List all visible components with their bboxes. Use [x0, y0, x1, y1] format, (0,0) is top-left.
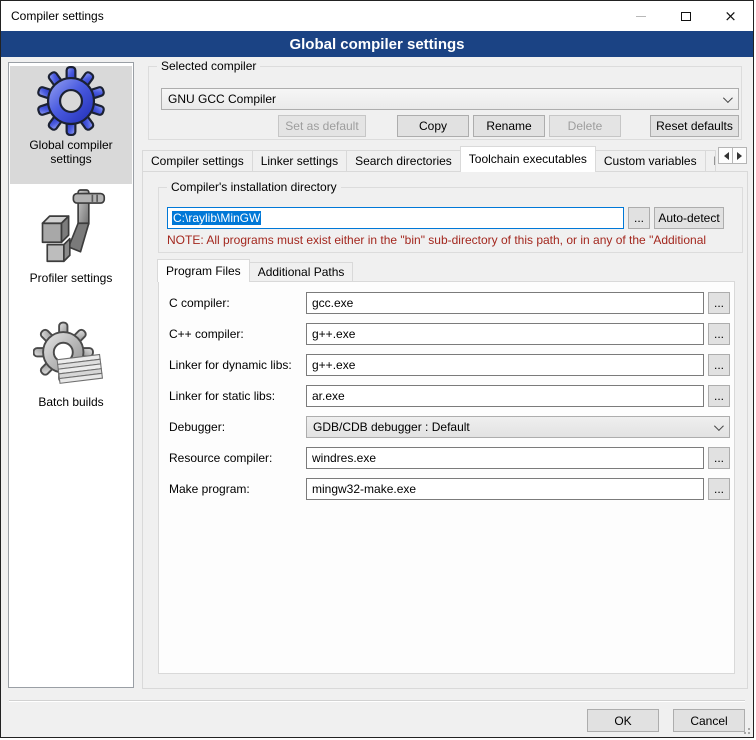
linker-static-browse-button[interactable]: ...	[708, 385, 730, 407]
installation-directory-group: Compiler's installation directory C:\ray…	[158, 187, 743, 253]
toolchain-executables-panel: Compiler's installation directory C:\ray…	[142, 171, 748, 689]
resource-compiler-label: Resource compiler:	[169, 447, 272, 469]
make-program-label: Make program:	[169, 478, 250, 500]
linker-static-label: Linker for static libs:	[169, 385, 275, 407]
make-program-input[interactable]	[306, 478, 704, 500]
group-title: Compiler's installation directory	[167, 180, 341, 194]
tab-search-directories[interactable]: Search directories	[346, 150, 461, 172]
debugger-select[interactable]: GDB/CDB debugger : Default	[306, 416, 730, 438]
copy-button[interactable]: Copy	[397, 115, 469, 137]
resource-compiler-input[interactable]	[306, 447, 704, 469]
compiler-tabs: Compiler settings Linker settings Search…	[142, 146, 748, 172]
delete-button[interactable]: Delete	[549, 115, 621, 137]
debugger-label: Debugger:	[169, 416, 225, 438]
linker-static-input[interactable]	[306, 385, 704, 407]
c-compiler-browse-button[interactable]: ...	[708, 292, 730, 314]
blue-gear-icon	[36, 66, 106, 136]
program-files-panel: C compiler: ... C++ compiler: ... Linker…	[158, 281, 735, 674]
tab-linker-settings[interactable]: Linker settings	[252, 150, 347, 172]
close-icon: ×	[724, 9, 737, 24]
compiler-settings-dialog: Compiler settings × Global compiler sett…	[0, 0, 754, 738]
maximize-button[interactable]	[663, 1, 708, 31]
compiler-select-value: GNU GCC Compiler	[168, 92, 276, 106]
settings-category-list: Global compiler settings	[8, 62, 134, 688]
installation-directory-browse-button[interactable]: ...	[628, 207, 650, 229]
debugger-select-value: GDB/CDB debugger : Default	[313, 420, 470, 434]
dialog-header: Global compiler settings	[1, 31, 753, 57]
sidebar-item-global-compiler-settings[interactable]: Global compiler settings	[10, 66, 132, 184]
linker-dynamic-label: Linker for dynamic libs:	[169, 354, 292, 376]
tab-scroll-right-button[interactable]	[732, 147, 747, 164]
tab-program-files[interactable]: Program Files	[157, 259, 250, 282]
installation-directory-input[interactable]: C:\raylib\MinGW	[167, 207, 624, 229]
make-program-browse-button[interactable]: ...	[708, 478, 730, 500]
ok-button[interactable]: OK	[587, 709, 659, 732]
cpp-compiler-input[interactable]	[306, 323, 704, 345]
cpp-compiler-browse-button[interactable]: ...	[708, 323, 730, 345]
reset-defaults-button[interactable]: Reset defaults	[650, 115, 739, 137]
sidebar-item-label: Batch builds	[34, 393, 107, 411]
chevron-down-icon	[714, 421, 724, 431]
tab-additional-paths[interactable]: Additional Paths	[249, 262, 354, 282]
compiler-select[interactable]: GNU GCC Compiler	[161, 88, 739, 110]
titlebar: Compiler settings ×	[1, 1, 753, 31]
arrow-left-icon	[720, 152, 729, 160]
installation-note: NOTE: All programs must exist either in …	[167, 233, 738, 247]
installation-directory-value: C:\raylib\MinGW	[172, 211, 261, 225]
linker-dynamic-input[interactable]	[306, 354, 704, 376]
dialog-content: Global compiler settings	[1, 57, 753, 737]
window-title: Compiler settings	[1, 9, 104, 23]
chevron-down-icon	[723, 93, 733, 103]
arrow-right-icon	[737, 152, 746, 160]
selected-compiler-group: Selected compiler GNU GCC Compiler Set a…	[148, 66, 742, 140]
cpp-compiler-label: C++ compiler:	[169, 323, 244, 345]
tab-custom-variables[interactable]: Custom variables	[595, 150, 706, 172]
program-tabs: Program Files Additional Paths	[158, 259, 353, 282]
cancel-button[interactable]: Cancel	[673, 709, 745, 732]
resize-grip[interactable]	[740, 724, 750, 734]
auto-detect-button[interactable]: Auto-detect	[654, 207, 724, 229]
linker-dynamic-browse-button[interactable]: ...	[708, 354, 730, 376]
sidebar-item-profiler-settings[interactable]: Profiler settings	[10, 187, 132, 293]
page-title: Global compiler settings	[289, 36, 464, 53]
sidebar-item-label: Profiler settings	[26, 269, 117, 287]
minimize-icon	[636, 16, 646, 17]
rename-button[interactable]: Rename	[473, 115, 545, 137]
minimize-button[interactable]	[618, 1, 663, 31]
tab-compiler-settings[interactable]: Compiler settings	[142, 150, 253, 172]
maximize-icon	[681, 12, 691, 21]
sidebar-item-batch-builds[interactable]: Batch builds	[10, 321, 132, 417]
gray-gear-stack-icon	[33, 321, 109, 393]
tab-toolchain-executables[interactable]: Toolchain executables	[460, 146, 596, 172]
sidebar-item-label: Global compiler settings	[16, 136, 126, 168]
c-compiler-input[interactable]	[306, 292, 704, 314]
set-as-default-button[interactable]: Set as default	[278, 115, 366, 137]
group-title: Selected compiler	[157, 59, 260, 73]
c-compiler-label: C compiler:	[169, 292, 230, 314]
tab-build-options[interactable]: Build options	[705, 150, 716, 172]
resource-compiler-browse-button[interactable]: ...	[708, 447, 730, 469]
caliper-tool-icon	[33, 187, 109, 269]
footer-divider	[9, 700, 745, 702]
close-button[interactable]: ×	[708, 1, 753, 31]
tab-scroll-left-button[interactable]	[718, 147, 733, 164]
